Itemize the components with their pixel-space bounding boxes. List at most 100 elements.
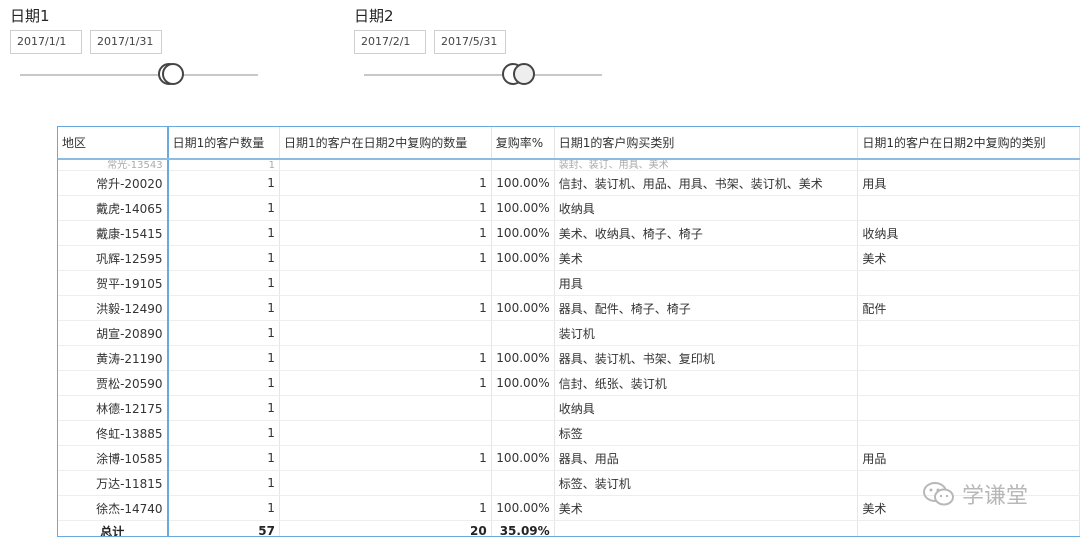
cell-count: 1 [167,445,280,471]
table-row[interactable]: 贾松-20590 1 1 100.00% 信封、纸张、装订机 [58,370,1080,396]
cell-repurchase [279,159,492,171]
cell-categories: 装订机 [554,320,859,346]
cell-repurchase-categories [857,320,1080,346]
date1-start-input[interactable]: 2017/1/1 [10,30,82,54]
table-row[interactable]: 常升-20020 1 1 100.00% 信封、装订机、用品、用具、书架、装订机、美术用… [58,170,1080,196]
cell-categories: 信封、装订机、用品、用具、书架、装订机、美术 [554,170,859,196]
cell-repurchase-categories [857,195,1080,221]
cell-categories: 装封、装订、用具、美术 [554,159,859,171]
cell-repurchase-categories: 用具 [857,170,1080,196]
cell-repurchase: 1 [279,495,492,521]
date2-start-input[interactable]: 2017/2/1 [354,30,426,54]
cell-count: 1 [167,270,280,296]
cell-count: 1 [167,195,280,221]
table-row[interactable]: 万达-11815 1 标签、装订机 [58,470,1080,496]
cell-rate [491,470,555,496]
cell-categories: 器具、配件、椅子、椅子 [554,295,859,321]
cell-repurchase [279,270,492,296]
cell-repurchase-categories: 配件 [857,295,1080,321]
total-rate: 35.09% [491,520,555,536]
cell-region: 万达-11815 [58,470,169,496]
cell-region: 贺平-19105 [58,270,169,296]
cell-count: 1 [167,495,280,521]
cell-repurchase-categories [857,420,1080,446]
cell-categories: 标签 [554,420,859,446]
cell-categories: 收纳具 [554,395,859,421]
cell-categories: 用具 [554,270,859,296]
cell-rate: 100.00% [491,445,555,471]
repurchase-table: 地区 日期1的客户数量 日期1的客户在日期2中复购的数量 复购率% 日期1的客户… [57,126,1080,537]
cell-repurchase-categories [857,345,1080,371]
cell-region: 涂博-10585 [58,445,169,471]
date1-end-input[interactable]: 2017/1/31 [90,30,162,54]
table-row[interactable]: 佟虹-13885 1 标签 [58,420,1080,446]
slicer-title: 日期1 [10,7,50,25]
cell-region: 黄涛-21190 [58,345,169,371]
cell-categories: 器具、用品 [554,445,859,471]
cell-rate: 100.00% [491,345,555,371]
total-categories [554,520,859,536]
cell-region: 洪毅-12490 [58,295,169,321]
cell-categories: 标签、装订机 [554,470,859,496]
cell-count: 1 [167,170,280,196]
column-header-repurchase-categories[interactable]: 日期1的客户在日期2中复购的类别 [857,127,1080,160]
total-count: 57 [167,520,280,536]
cell-rate: 100.00% [491,220,555,246]
cell-categories: 器具、装订机、书架、复印机 [554,345,859,371]
column-header-region[interactable]: 地区 [58,127,169,160]
cell-region: 林德-12175 [58,395,169,421]
cell-repurchase [279,395,492,421]
cell-repurchase: 1 [279,245,492,271]
cell-repurchase: 1 [279,345,492,371]
cell-count: 1 [167,159,280,171]
table-row[interactable]: 涂博-10585 1 1 100.00% 器具、用品 用品 [58,445,1080,471]
table-row[interactable]: 巩辉-12595 1 1 100.00% 美术 美术 [58,245,1080,271]
total-label: 总计 [58,520,169,536]
date1-slider-end-handle[interactable] [162,63,184,85]
cell-rate: 100.00% [491,295,555,321]
cell-rate [491,395,555,421]
table-row[interactable]: 胡宣-20890 1 装订机 [58,320,1080,346]
cell-rate [491,420,555,446]
cell-repurchase-categories: 美术 [857,245,1080,271]
cell-categories: 信封、纸张、装订机 [554,370,859,396]
column-header-count[interactable]: 日期1的客户数量 [167,127,280,160]
column-header-rate[interactable]: 复购率% [491,127,555,160]
cell-rate: 100.00% [491,495,555,521]
table-row[interactable]: 黄涛-21190 1 1 100.00% 器具、装订机、书架、复印机 [58,345,1080,371]
table-row[interactable]: 徐杰-14740 1 1 100.00% 美术 美术 [58,495,1080,521]
table-row[interactable]: 洪毅-12490 1 1 100.00% 器具、配件、椅子、椅子 配件 [58,295,1080,321]
cell-repurchase-categories: 用品 [857,445,1080,471]
cell-count: 1 [167,245,280,271]
table-total-row: 总计 57 20 35.09% [58,520,1080,536]
cell-repurchase-categories: 美术 [857,495,1080,521]
cell-count: 1 [167,395,280,421]
cell-repurchase [279,420,492,446]
slicer-title: 日期2 [354,7,394,25]
cell-repurchase-categories [857,470,1080,496]
date1-slider-track[interactable] [20,74,258,76]
cell-count: 1 [167,470,280,496]
table-row[interactable]: 戴康-15415 1 1 100.00% 美术、收纳具、椅子、椅子 收纳具 [58,220,1080,246]
date2-slider-track[interactable] [364,74,602,76]
cell-rate: 100.00% [491,245,555,271]
table-row[interactable]: 贺平-19105 1 用具 [58,270,1080,296]
cell-region: 佟虹-13885 [58,420,169,446]
table-body: 常光-13543 1 装封、装订、用具、美术 常升-20020 1 1 100.00%… [58,159,1080,521]
cell-repurchase: 1 [279,170,492,196]
cell-repurchase-categories [857,159,1080,171]
table-row[interactable]: 常光-13543 1 装封、装订、用具、美术 [58,159,1080,171]
column-header-categories[interactable]: 日期1的客户购买类别 [554,127,859,160]
cell-repurchase [279,470,492,496]
cell-region: 戴康-15415 [58,220,169,246]
cell-count: 1 [167,220,280,246]
table-row[interactable]: 林德-12175 1 收纳具 [58,395,1080,421]
cell-repurchase-categories: 收纳具 [857,220,1080,246]
date2-slider-end-handle[interactable] [513,63,535,85]
table-row[interactable]: 戴虎-14065 1 1 100.00% 收纳具 [58,195,1080,221]
cell-region: 胡宣-20890 [58,320,169,346]
column-header-repurchase-count[interactable]: 日期1的客户在日期2中复购的数量 [279,127,492,160]
cell-rate: 100.00% [491,370,555,396]
cell-rate [491,270,555,296]
date2-end-input[interactable]: 2017/5/31 [434,30,506,54]
